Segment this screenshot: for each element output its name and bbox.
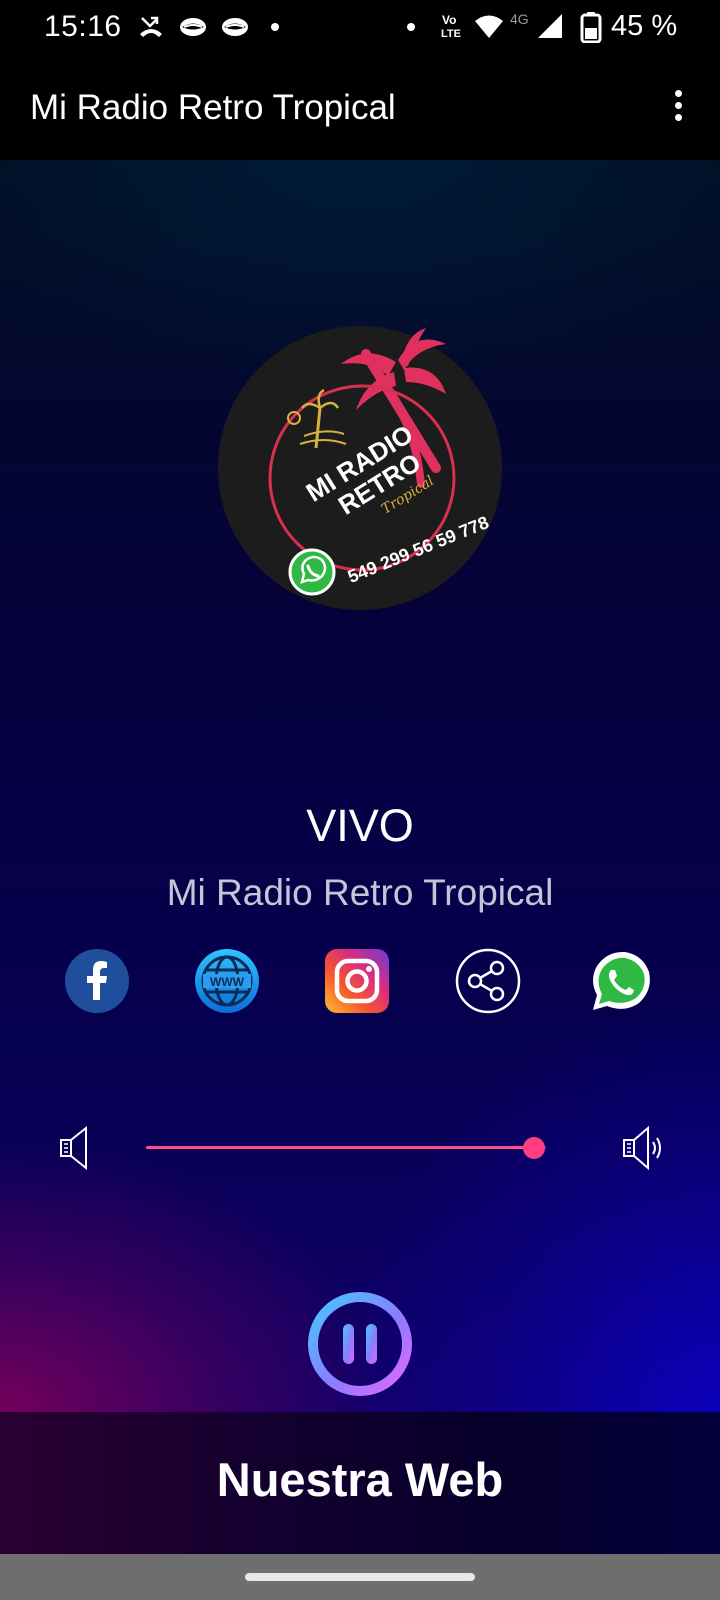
nuestra-web-button[interactable]: Nuestra Web [0,1412,720,1554]
battery-percentage: 45 % [611,10,678,42]
volume-up-icon[interactable] [622,1126,666,1170]
volte-icon: Vo LTE [441,13,461,40]
home-gesture-handle[interactable] [245,1573,475,1581]
missed-call-icon [140,16,162,37]
navigation-bar [0,1554,720,1600]
player-area: MI RADIO RETRO Tropical 549 299 56 59 77… [0,160,720,1412]
app-bar: Mi Radio Retro Tropical [0,56,720,160]
volte-label-top: Vo [442,13,456,27]
app-notification-icon [222,18,248,36]
share-icon[interactable] [455,948,521,1014]
battery-icon [580,12,602,43]
logo-whatsapp-icon [288,548,336,596]
status-bar: 15:16 Vo LTE 4G 45 % [0,0,720,56]
volume-slider-thumb[interactable] [523,1137,545,1159]
app-notification-icon [180,18,206,36]
volte-label-bottom: LTE [441,28,461,40]
overflow-dot [674,102,682,109]
overflow-dot [674,114,682,121]
volume-slider-fill [146,1146,534,1149]
station-logo: MI RADIO RETRO Tropical 549 299 56 59 77… [218,326,502,610]
overflow-menu-button[interactable] [664,86,692,134]
status-time: 15:16 [44,10,122,43]
nuestra-web-label: Nuestra Web [216,1453,504,1506]
pause-button[interactable] [306,1290,414,1398]
cell-signal-icon: 4G [510,11,562,38]
instagram-icon[interactable] [324,948,390,1014]
website-icon-label: WWW [210,975,245,989]
app-title: Mi Radio Retro Tropical [30,88,396,127]
wifi-icon [475,15,503,38]
facebook-icon[interactable] [64,948,130,1014]
overflow-dot [674,90,682,97]
volume-down-icon[interactable] [58,1126,98,1170]
whatsapp-icon[interactable] [587,948,653,1014]
network-type-label: 4G [510,11,529,27]
notification-dot-icon [271,23,279,31]
now-playing-status: VIVO [306,800,414,851]
notification-dot-icon [407,23,415,31]
website-icon[interactable]: WWW [194,948,260,1014]
station-name: Mi Radio Retro Tropical [166,872,554,913]
volume-slider[interactable] [146,1130,546,1166]
